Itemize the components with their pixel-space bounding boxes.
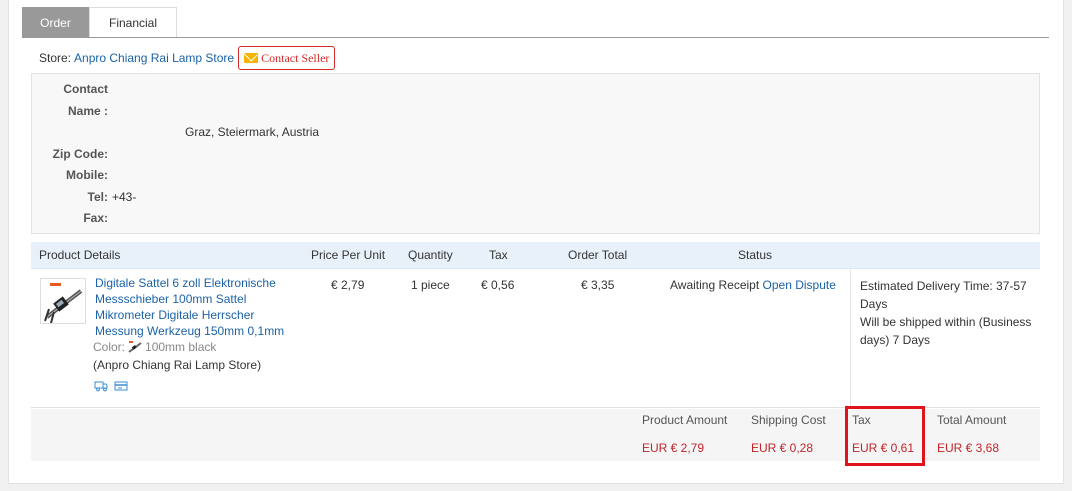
tab-divider	[22, 37, 1049, 38]
shipping-truck-icon[interactable]	[94, 380, 108, 392]
color-swatch-icon	[128, 341, 142, 353]
row-divider	[850, 269, 851, 408]
header-price-per-unit: Price Per Unit	[311, 248, 386, 262]
address-value: Graz, Steiermark, Austria	[185, 125, 320, 139]
contact-seller-label: Contact Seller	[261, 50, 330, 65]
contact-seller-button[interactable]: Contact Seller	[238, 46, 336, 70]
product-color: Color: 100mm black	[93, 340, 216, 354]
delivery-estimate: Estimated Delivery Time: 37-57 Days	[860, 279, 1027, 311]
product-thumbnail[interactable]	[40, 278, 86, 324]
product-amount-label: Product Amount	[642, 413, 728, 427]
caliper-image	[41, 279, 85, 323]
color-value: 100mm black	[145, 340, 217, 354]
zip-code-label: Zip Code:	[52, 147, 108, 161]
order-total-value: € 3,35	[581, 278, 615, 292]
shipping-cost-value: EUR € 0,28	[751, 441, 814, 455]
total-amount-value: EUR € 3,68	[937, 441, 1000, 455]
header-status: Status	[738, 248, 773, 262]
order-status: Awaiting Receipt Open Dispute	[670, 278, 836, 292]
card-icon[interactable]	[114, 380, 128, 392]
total-amount-label: Total Amount	[937, 413, 1007, 427]
order-table-header: Product Details Price Per Unit Quantity …	[31, 242, 1040, 269]
tab-order[interactable]: Order	[22, 7, 89, 38]
tab-financial[interactable]: Financial	[89, 7, 177, 38]
store-link[interactable]: Anpro Chiang Rai Lamp Store	[74, 51, 234, 65]
tel-value: +43-	[112, 190, 137, 204]
mobile-label: Mobile:	[66, 168, 108, 182]
product-title-link[interactable]: Digitale Sattel 6 zoll Elektronische Mes…	[95, 275, 300, 339]
header-product-details: Product Details	[39, 248, 121, 262]
tab-bar: Order Financial	[22, 7, 177, 38]
table-row: Digitale Sattel 6 zoll Elektronische Mes…	[31, 269, 1040, 408]
fax-label: Fax:	[83, 211, 108, 225]
shipping-address-box: Contact Name : Graz, Steiermark, Austria…	[31, 73, 1040, 234]
tax-value: € 0,56	[481, 278, 515, 292]
price-per-unit: € 2,79	[331, 278, 365, 292]
status-text: Awaiting Receipt	[670, 278, 760, 292]
header-order-total: Order Total	[568, 248, 628, 262]
envelope-icon	[244, 53, 259, 63]
delivery-info: Estimated Delivery Time: 37-57 Days Will…	[860, 277, 1042, 349]
contact-name-label: Contact	[63, 82, 108, 96]
contact-name-label-2: Name :	[67, 104, 108, 118]
shipping-cost-label: Shipping Cost	[751, 413, 826, 427]
store-row: Store: Anpro Chiang Rai Lamp Store Conta…	[39, 46, 336, 70]
product-icons	[94, 380, 128, 392]
open-dispute-link[interactable]: Open Dispute	[763, 278, 836, 292]
header-tax: Tax	[489, 248, 508, 262]
tax-highlight-box	[845, 406, 925, 466]
product-amount-value: EUR € 2,79	[642, 441, 705, 455]
color-label: Color:	[93, 340, 126, 354]
product-store: (Anpro Chiang Rai Lamp Store)	[93, 358, 262, 372]
header-quantity: Quantity	[408, 248, 453, 262]
shipping-window: Will be shipped within (Business days) 7…	[860, 315, 1032, 347]
quantity-value: 1 piece	[411, 278, 450, 292]
store-label: Store:	[39, 51, 72, 65]
tel-label: Tel:	[87, 190, 108, 204]
